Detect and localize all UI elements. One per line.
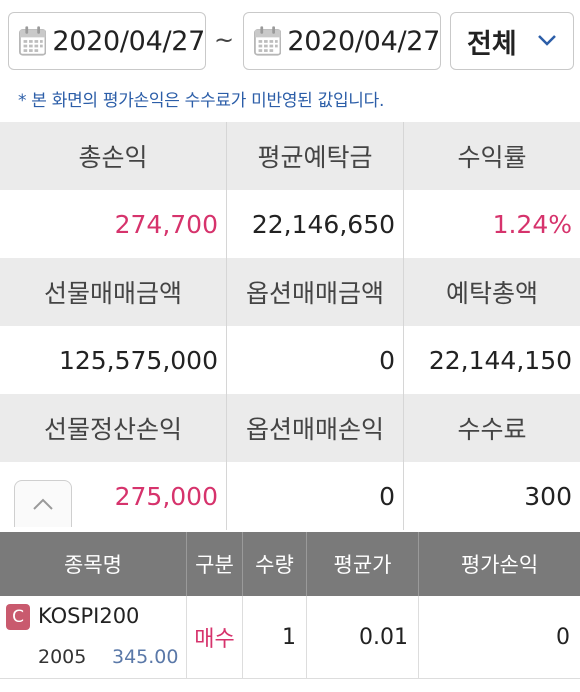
qty-cell: 1 bbox=[243, 596, 307, 678]
summary-header: 수익률 bbox=[457, 143, 527, 172]
column-header-side[interactable]: 구분 bbox=[187, 532, 243, 596]
fee-notice: * 본 화면의 평가손익은 수수료가 미반영된 값입니다. bbox=[18, 91, 385, 111]
column-header-name[interactable]: 종목명 bbox=[0, 532, 187, 596]
instrument-price: 345.00 bbox=[112, 646, 179, 668]
category-select[interactable]: 전체 bbox=[450, 12, 574, 70]
futures-trade-amount-value: 125,575,000 bbox=[0, 326, 227, 394]
chevron-down-icon bbox=[538, 35, 556, 46]
calendar-icon bbox=[19, 26, 47, 56]
summary-header-row: 선물매매금액 옵션매매금액 예탁총액 bbox=[0, 258, 580, 326]
summary-header: 예탁총액 bbox=[445, 279, 538, 308]
date-separator: ~ bbox=[214, 26, 235, 54]
end-date-text: 2020/04/27 bbox=[287, 25, 440, 57]
total-deposit-value: 22,144,150 bbox=[428, 345, 572, 375]
column-header-qty[interactable]: 수량 bbox=[243, 532, 307, 596]
positions-header: 종목명 구분 수량 평균가 평가손익 bbox=[0, 532, 580, 596]
instrument-name: KOSPI200 bbox=[38, 604, 140, 628]
chevron-up-icon bbox=[33, 498, 53, 510]
summary-header: 평균예탁금 bbox=[227, 122, 404, 190]
summary-table: 총손익 평균예탁금 수익률 274,700 22,146,650 1.24% 선… bbox=[0, 122, 580, 530]
category-select-value: 전체 bbox=[467, 28, 517, 60]
pnl-cell: 0 bbox=[556, 624, 570, 650]
summary-header: 총손익 bbox=[0, 122, 227, 190]
positions-table: 종목명 구분 수량 평균가 평가손익 C KOSPI200 2005 345.0… bbox=[0, 532, 580, 679]
options-trade-amount-value: 0 bbox=[227, 326, 404, 394]
summary-header-row: 총손익 평균예탁금 수익률 bbox=[0, 122, 580, 190]
calendar-icon bbox=[254, 26, 282, 56]
start-date-picker[interactable]: 2020/04/27 bbox=[8, 12, 206, 70]
summary-header-row: 선물정산손익 옵션매매손익 수수료 bbox=[0, 394, 580, 462]
instrument-cell: C KOSPI200 2005 345.00 bbox=[0, 596, 187, 678]
side-cell: 매수 bbox=[187, 596, 243, 678]
start-date-text: 2020/04/27 bbox=[52, 25, 205, 57]
filter-bar: 2020/04/27 ~ 2020/04/27 전체 * 본 화면의 평가손익은… bbox=[0, 0, 580, 122]
summary-header: 선물정산손익 bbox=[0, 394, 227, 462]
summary-value-row: 125,575,000 0 22,144,150 bbox=[0, 326, 580, 394]
total-pnl-value: 274,700 bbox=[0, 190, 227, 258]
end-date-picker[interactable]: 2020/04/27 bbox=[243, 12, 441, 70]
fee-value: 300 bbox=[524, 481, 572, 511]
return-rate-value: 1.24% bbox=[492, 209, 572, 239]
summary-header: 선물매매금액 bbox=[0, 258, 227, 326]
avg-deposit-value: 22,146,650 bbox=[227, 190, 404, 258]
instrument-code: 2005 bbox=[38, 646, 87, 668]
futures-settlement-pnl-text: 275,000 bbox=[114, 481, 218, 511]
instrument-type-badge: C bbox=[6, 604, 30, 630]
options-trade-pnl-value: 0 bbox=[227, 462, 404, 530]
summary-value-row: 275,000 0 300 bbox=[0, 462, 580, 530]
collapse-button[interactable] bbox=[14, 480, 72, 527]
summary-header: 옵션매매금액 bbox=[227, 258, 404, 326]
column-header-pnl[interactable]: 평가손익 bbox=[419, 532, 580, 596]
avg-price-cell: 0.01 bbox=[307, 596, 419, 678]
table-row[interactable]: C KOSPI200 2005 345.00 매수 1 0.01 0 bbox=[0, 596, 580, 679]
summary-value-row: 274,700 22,146,650 1.24% bbox=[0, 190, 580, 258]
summary-header: 옵션매매손익 bbox=[227, 394, 404, 462]
summary-header: 수수료 bbox=[457, 415, 527, 444]
futures-settlement-pnl-value: 275,000 bbox=[0, 462, 227, 530]
column-header-avg-price[interactable]: 평균가 bbox=[307, 532, 419, 596]
